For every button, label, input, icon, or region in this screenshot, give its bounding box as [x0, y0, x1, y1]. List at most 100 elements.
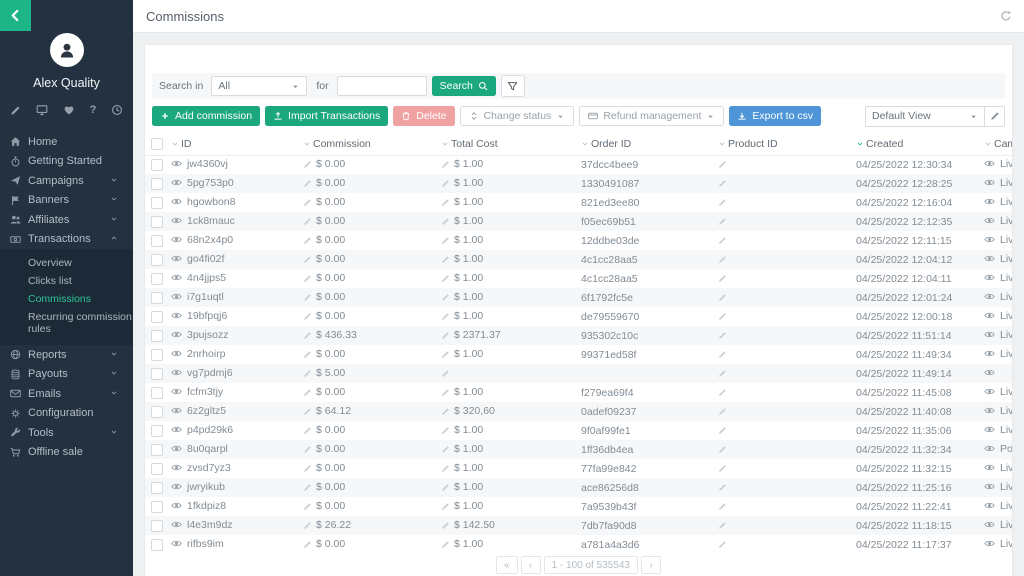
row-checkbox[interactable] [151, 235, 163, 247]
pencil-icon[interactable] [718, 350, 727, 362]
table-row[interactable]: 68n2x4p0$ 0.00$ 1.0012ddbe03de04/25/2022… [145, 231, 1012, 250]
pencil-icon[interactable] [303, 255, 312, 267]
row-checkbox[interactable] [151, 368, 163, 380]
eye-icon[interactable] [171, 312, 182, 324]
submenu-item-clicks-list[interactable]: Clicks list [0, 272, 133, 290]
table-row[interactable]: 4n4jjps5$ 0.00$ 1.004c1cc28aa504/25/2022… [145, 269, 1012, 288]
eye-icon[interactable] [984, 350, 995, 362]
row-checkbox[interactable] [151, 520, 163, 532]
view-select[interactable]: Default View [865, 106, 985, 127]
row-checkbox[interactable] [151, 292, 163, 304]
eye-icon[interactable] [171, 407, 182, 419]
pencil-icon[interactable] [303, 274, 312, 286]
row-checkbox[interactable] [151, 159, 163, 171]
eye-icon[interactable] [984, 312, 995, 324]
column-header-total-cost[interactable]: Total Cost [437, 134, 577, 155]
sidebar-item-banners[interactable]: Banners [0, 191, 133, 211]
pencil-icon[interactable] [303, 521, 312, 533]
sidebar-item-affiliates[interactable]: Affiliates [0, 210, 133, 230]
table-row[interactable]: 1fkdpiz8$ 0.00$ 1.007a9539b43f04/25/2022… [145, 497, 1012, 516]
sidebar-item-reports[interactable]: Reports [0, 345, 133, 365]
eye-icon[interactable] [171, 350, 182, 362]
pencil-icon[interactable] [441, 369, 450, 381]
pencil-icon[interactable] [718, 217, 727, 229]
select-all-checkbox[interactable] [151, 138, 163, 150]
eye-icon[interactable] [984, 445, 995, 457]
table-row[interactable]: 5pg753p0$ 0.00$ 1.00133049108704/25/2022… [145, 174, 1012, 193]
pencil-icon[interactable] [441, 388, 450, 400]
table-row[interactable]: go4fi02f$ 0.00$ 1.004c1cc28aa504/25/2022… [145, 250, 1012, 269]
table-row[interactable]: jw4360vj$ 0.00$ 1.0037dcc4bee904/25/2022… [145, 155, 1012, 174]
eye-icon[interactable] [171, 293, 182, 305]
table-row[interactable]: i7g1uqtl$ 0.00$ 1.006f1792fc5e04/25/2022… [145, 288, 1012, 307]
pencil-icon[interactable] [718, 521, 727, 533]
pencil-icon[interactable] [441, 502, 450, 514]
eye-icon[interactable] [171, 388, 182, 400]
pencil-icon[interactable] [718, 369, 727, 381]
change-status-button[interactable]: Change status [460, 106, 575, 126]
column-header-camp[interactable]: Camp [980, 134, 1012, 155]
row-checkbox[interactable] [151, 349, 163, 361]
pencil-icon[interactable] [718, 407, 727, 419]
eye-icon[interactable] [984, 521, 995, 533]
submenu-item-overview[interactable]: Overview [0, 254, 133, 272]
pencil-icon[interactable] [441, 179, 450, 191]
row-checkbox[interactable] [151, 216, 163, 228]
pencil-icon[interactable] [303, 369, 312, 381]
pencil-icon[interactable] [303, 388, 312, 400]
pencil-icon[interactable] [718, 464, 727, 476]
edit-view-button[interactable] [985, 106, 1005, 127]
table-row[interactable]: l4e3m9dz$ 26.22$ 142.507db7fa90d804/25/2… [145, 516, 1012, 535]
search-scope-select[interactable]: All [211, 76, 307, 96]
pencil-icon[interactable] [441, 464, 450, 476]
pencil-icon[interactable] [303, 236, 312, 248]
next-page-button[interactable]: › [641, 556, 661, 574]
table-row[interactable]: 8u0qarpl$ 0.00$ 1.001ff36db4ea04/25/2022… [145, 440, 1012, 459]
eye-icon[interactable] [984, 426, 995, 438]
eye-icon[interactable] [171, 331, 182, 343]
pencil-icon[interactable] [718, 388, 727, 400]
eye-icon[interactable] [171, 274, 182, 286]
row-checkbox[interactable] [151, 482, 163, 494]
table-row[interactable]: 2nrhoirp$ 0.00$ 1.0099371ed58f04/25/2022… [145, 345, 1012, 364]
pencil-icon[interactable] [718, 160, 727, 172]
prev-page-button[interactable]: ‹ [521, 556, 541, 574]
pencil-icon[interactable] [441, 350, 450, 362]
eye-icon[interactable] [171, 160, 182, 172]
pencil-icon[interactable] [718, 483, 727, 495]
row-checkbox[interactable] [151, 311, 163, 323]
sidebar-item-campaigns[interactable]: Campaigns [0, 171, 133, 191]
row-checkbox[interactable] [151, 539, 163, 551]
eye-icon[interactable] [171, 198, 182, 210]
eye-icon[interactable] [984, 388, 995, 400]
pencil-icon[interactable] [303, 331, 312, 343]
pencil-icon[interactable] [303, 179, 312, 191]
add-commission-button[interactable]: Add commission [152, 106, 260, 126]
eye-icon[interactable] [171, 179, 182, 191]
pencil-icon[interactable] [441, 255, 450, 267]
pencil-icon[interactable] [441, 426, 450, 438]
first-page-button[interactable]: « [496, 556, 518, 574]
pencil-icon[interactable] [718, 331, 727, 343]
clock-icon[interactable] [111, 104, 123, 116]
pencil-icon[interactable] [441, 293, 450, 305]
eye-icon[interactable] [984, 502, 995, 514]
pencil-icon[interactable] [441, 407, 450, 419]
table-row[interactable]: p4pd29k6$ 0.00$ 1.009f0af99fe104/25/2022… [145, 421, 1012, 440]
table-row[interactable]: fcfm3tjy$ 0.00$ 1.00f279ea69f404/25/2022… [145, 383, 1012, 402]
question-icon[interactable]: ? [90, 104, 97, 116]
eye-icon[interactable] [984, 274, 995, 286]
submenu-item-recurring-commission-rules[interactable]: Recurring commission rules [0, 308, 133, 338]
eye-icon[interactable] [984, 407, 995, 419]
eye-icon[interactable] [171, 217, 182, 229]
pencil-icon[interactable] [441, 445, 450, 457]
sidebar-item-emails[interactable]: Emails [0, 384, 133, 404]
eye-icon[interactable] [171, 236, 182, 248]
eye-icon[interactable] [984, 540, 995, 552]
eye-icon[interactable] [171, 426, 182, 438]
row-checkbox[interactable] [151, 463, 163, 475]
pencil-icon[interactable] [303, 217, 312, 229]
eye-icon[interactable] [984, 255, 995, 267]
pencil-icon[interactable] [303, 540, 312, 552]
table-row[interactable]: vg7pdmj6$ 5.0004/25/2022 11:49:14 [145, 364, 1012, 383]
